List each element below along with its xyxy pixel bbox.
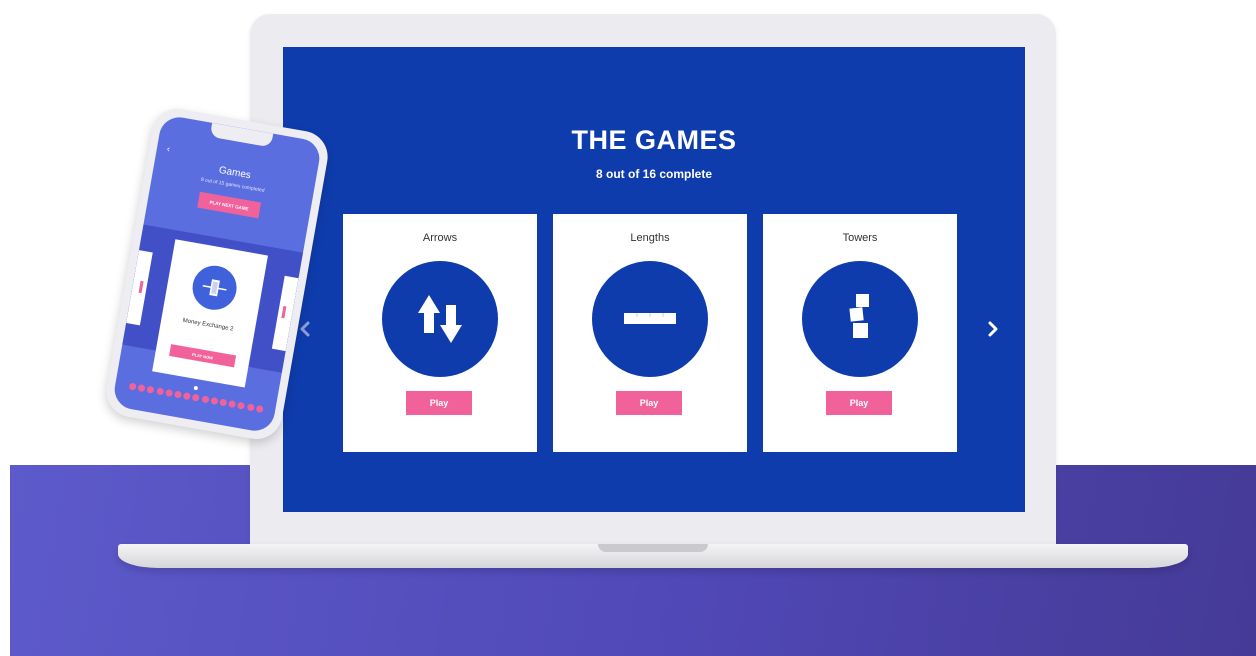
card-peek-marker [281,306,287,319]
progress-dot [246,403,255,412]
back-arrow-icon[interactable]: ‹ [166,143,171,153]
progress-dot [201,395,210,404]
laptop-notch [598,544,708,552]
game-card-towers[interactable]: Towers Play [763,214,957,452]
progress-dot [255,404,264,413]
progress-dot [210,396,219,406]
chevron-left-icon [300,321,310,337]
progress-dot [219,398,228,407]
ruler-bar-icon [624,313,676,324]
play-button[interactable]: Play [406,391,472,415]
play-button[interactable]: Play [826,391,892,415]
play-now-button[interactable]: PLAY NOW [169,344,237,368]
laptop-screen: THE GAMES 8 out of 16 complete Arrows Pl… [283,47,1025,512]
game-card-arrows[interactable]: Arrows Play [343,214,537,452]
game-card-title: Towers [842,232,878,244]
game-card-lengths[interactable]: Lengths Play [553,214,747,452]
progress-text: 8 out of 16 complete [595,167,713,181]
play-button[interactable]: Play [616,391,682,415]
game-icon-circle [382,261,498,377]
progress-dot [237,401,246,410]
progress-dot [182,392,192,401]
progress-dot [146,385,155,394]
game-icon-circle [189,262,241,314]
progress-dot [228,400,237,409]
progress-dot [137,384,146,393]
progress-dot [155,387,164,396]
game-icon-circle [802,261,918,377]
money-exchange-icon [202,279,227,297]
phone-card-title: Money Exchange 2 [182,317,234,333]
carousel-indicator [193,385,199,391]
phone-notch [209,122,274,148]
chevron-right-icon [988,321,998,337]
play-next-game-button[interactable]: PLAY NEXT GAME [197,191,262,219]
next-arrow-button[interactable] [983,317,1003,341]
card-peek-marker [138,280,144,294]
game-card-title: Arrows [422,232,458,244]
progress-dot [173,390,183,399]
progress-dot [164,388,173,398]
page-title: THE GAMES [571,125,737,155]
progress-dot [128,382,137,391]
arrows-up-down-icon [418,295,462,343]
game-icon-circle [592,261,708,377]
game-card-title: Lengths [630,232,670,244]
progress-dot [192,393,201,402]
stacked-blocks-icon [849,294,869,338]
